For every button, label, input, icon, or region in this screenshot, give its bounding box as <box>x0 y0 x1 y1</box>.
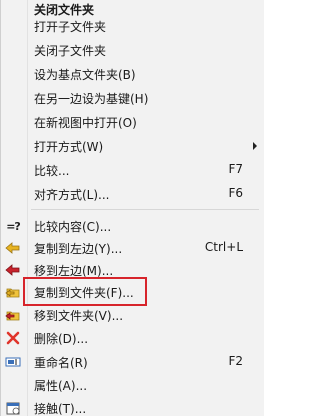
menu-item-label: 重命名(R) <box>34 356 88 370</box>
menu-item-close-subfolders[interactable]: 关闭子文件夹 <box>1 39 263 61</box>
menu-item-copy-left[interactable]: 复制到左边(Y)... Ctrl+L <box>1 237 263 259</box>
menu-item-label: 在另一边设为基键(H) <box>34 92 149 106</box>
menu-item-move-to-folder[interactable]: 移到文件夹(V)... <box>1 304 263 326</box>
touch-calendar-icon <box>5 400 21 416</box>
menu-item-compare[interactable]: 比较... F7 <box>1 159 263 181</box>
menu-item-label: 对齐方式(L)... <box>34 188 110 202</box>
menu-item-label: 在新视图中打开(O) <box>34 116 137 130</box>
menu-item-alignment[interactable]: 对齐方式(L)... F6 <box>1 183 263 205</box>
menu-item-label: 接触(T)... <box>34 402 87 416</box>
menu-separator <box>31 209 259 210</box>
submenu-arrow-icon <box>253 142 257 150</box>
menu-item-label: 复制到左边(Y)... <box>34 242 123 256</box>
context-menu: 关闭文件夹 打开子文件夹 关闭子文件夹 设为基点文件夹(B) 在另一边设为基键(… <box>0 0 264 416</box>
menu-item-open-in-new-view[interactable]: 在新视图中打开(O) <box>1 111 263 133</box>
menu-item-label: 设为基点文件夹(B) <box>34 68 136 82</box>
highlight-annotation-box <box>23 277 147 306</box>
menu-item-open-subfolders[interactable]: 打开子文件夹 <box>1 15 263 37</box>
menu-item-shortcut: Ctrl+L <box>204 240 243 254</box>
menu-item-label: 删除(D)... <box>34 332 89 346</box>
copy-left-arrow-icon <box>5 240 21 256</box>
delete-x-icon <box>5 330 21 346</box>
menu-item-label: 比较内容(C)... <box>34 220 112 234</box>
rename-icon <box>5 354 21 370</box>
menu-item-label: 打开方式(W) <box>34 140 104 154</box>
menu-item-delete[interactable]: 删除(D)... <box>1 327 263 349</box>
menu-item-set-base-other-side[interactable]: 在另一边设为基键(H) <box>1 87 263 109</box>
equals-question-icon: =? <box>6 219 21 233</box>
copy-to-folder-icon <box>5 284 21 300</box>
move-left-arrow-icon <box>5 262 21 278</box>
menu-item-shortcut: F2 <box>228 354 243 368</box>
menu-item-set-base-folder[interactable]: 设为基点文件夹(B) <box>1 63 263 85</box>
menu-item-label: 移到文件夹(V)... <box>34 309 124 323</box>
menu-item-shortcut: F6 <box>228 186 243 200</box>
move-to-folder-icon <box>5 307 21 323</box>
menu-item-label: 关闭子文件夹 <box>34 44 107 58</box>
menu-item-compare-contents[interactable]: =? 比较内容(C)... <box>1 215 263 237</box>
menu-item-label: 比较... <box>34 164 70 178</box>
menu-item-label: 属性(A)... <box>34 379 88 393</box>
menu-item-properties[interactable]: 属性(A)... <box>1 374 263 396</box>
menu-item-shortcut: F7 <box>228 162 243 176</box>
menu-item-label: 打开子文件夹 <box>34 20 107 34</box>
menu-item-open-with[interactable]: 打开方式(W) <box>1 135 263 157</box>
menu-item-rename[interactable]: 重命名(R) F2 <box>1 351 263 373</box>
